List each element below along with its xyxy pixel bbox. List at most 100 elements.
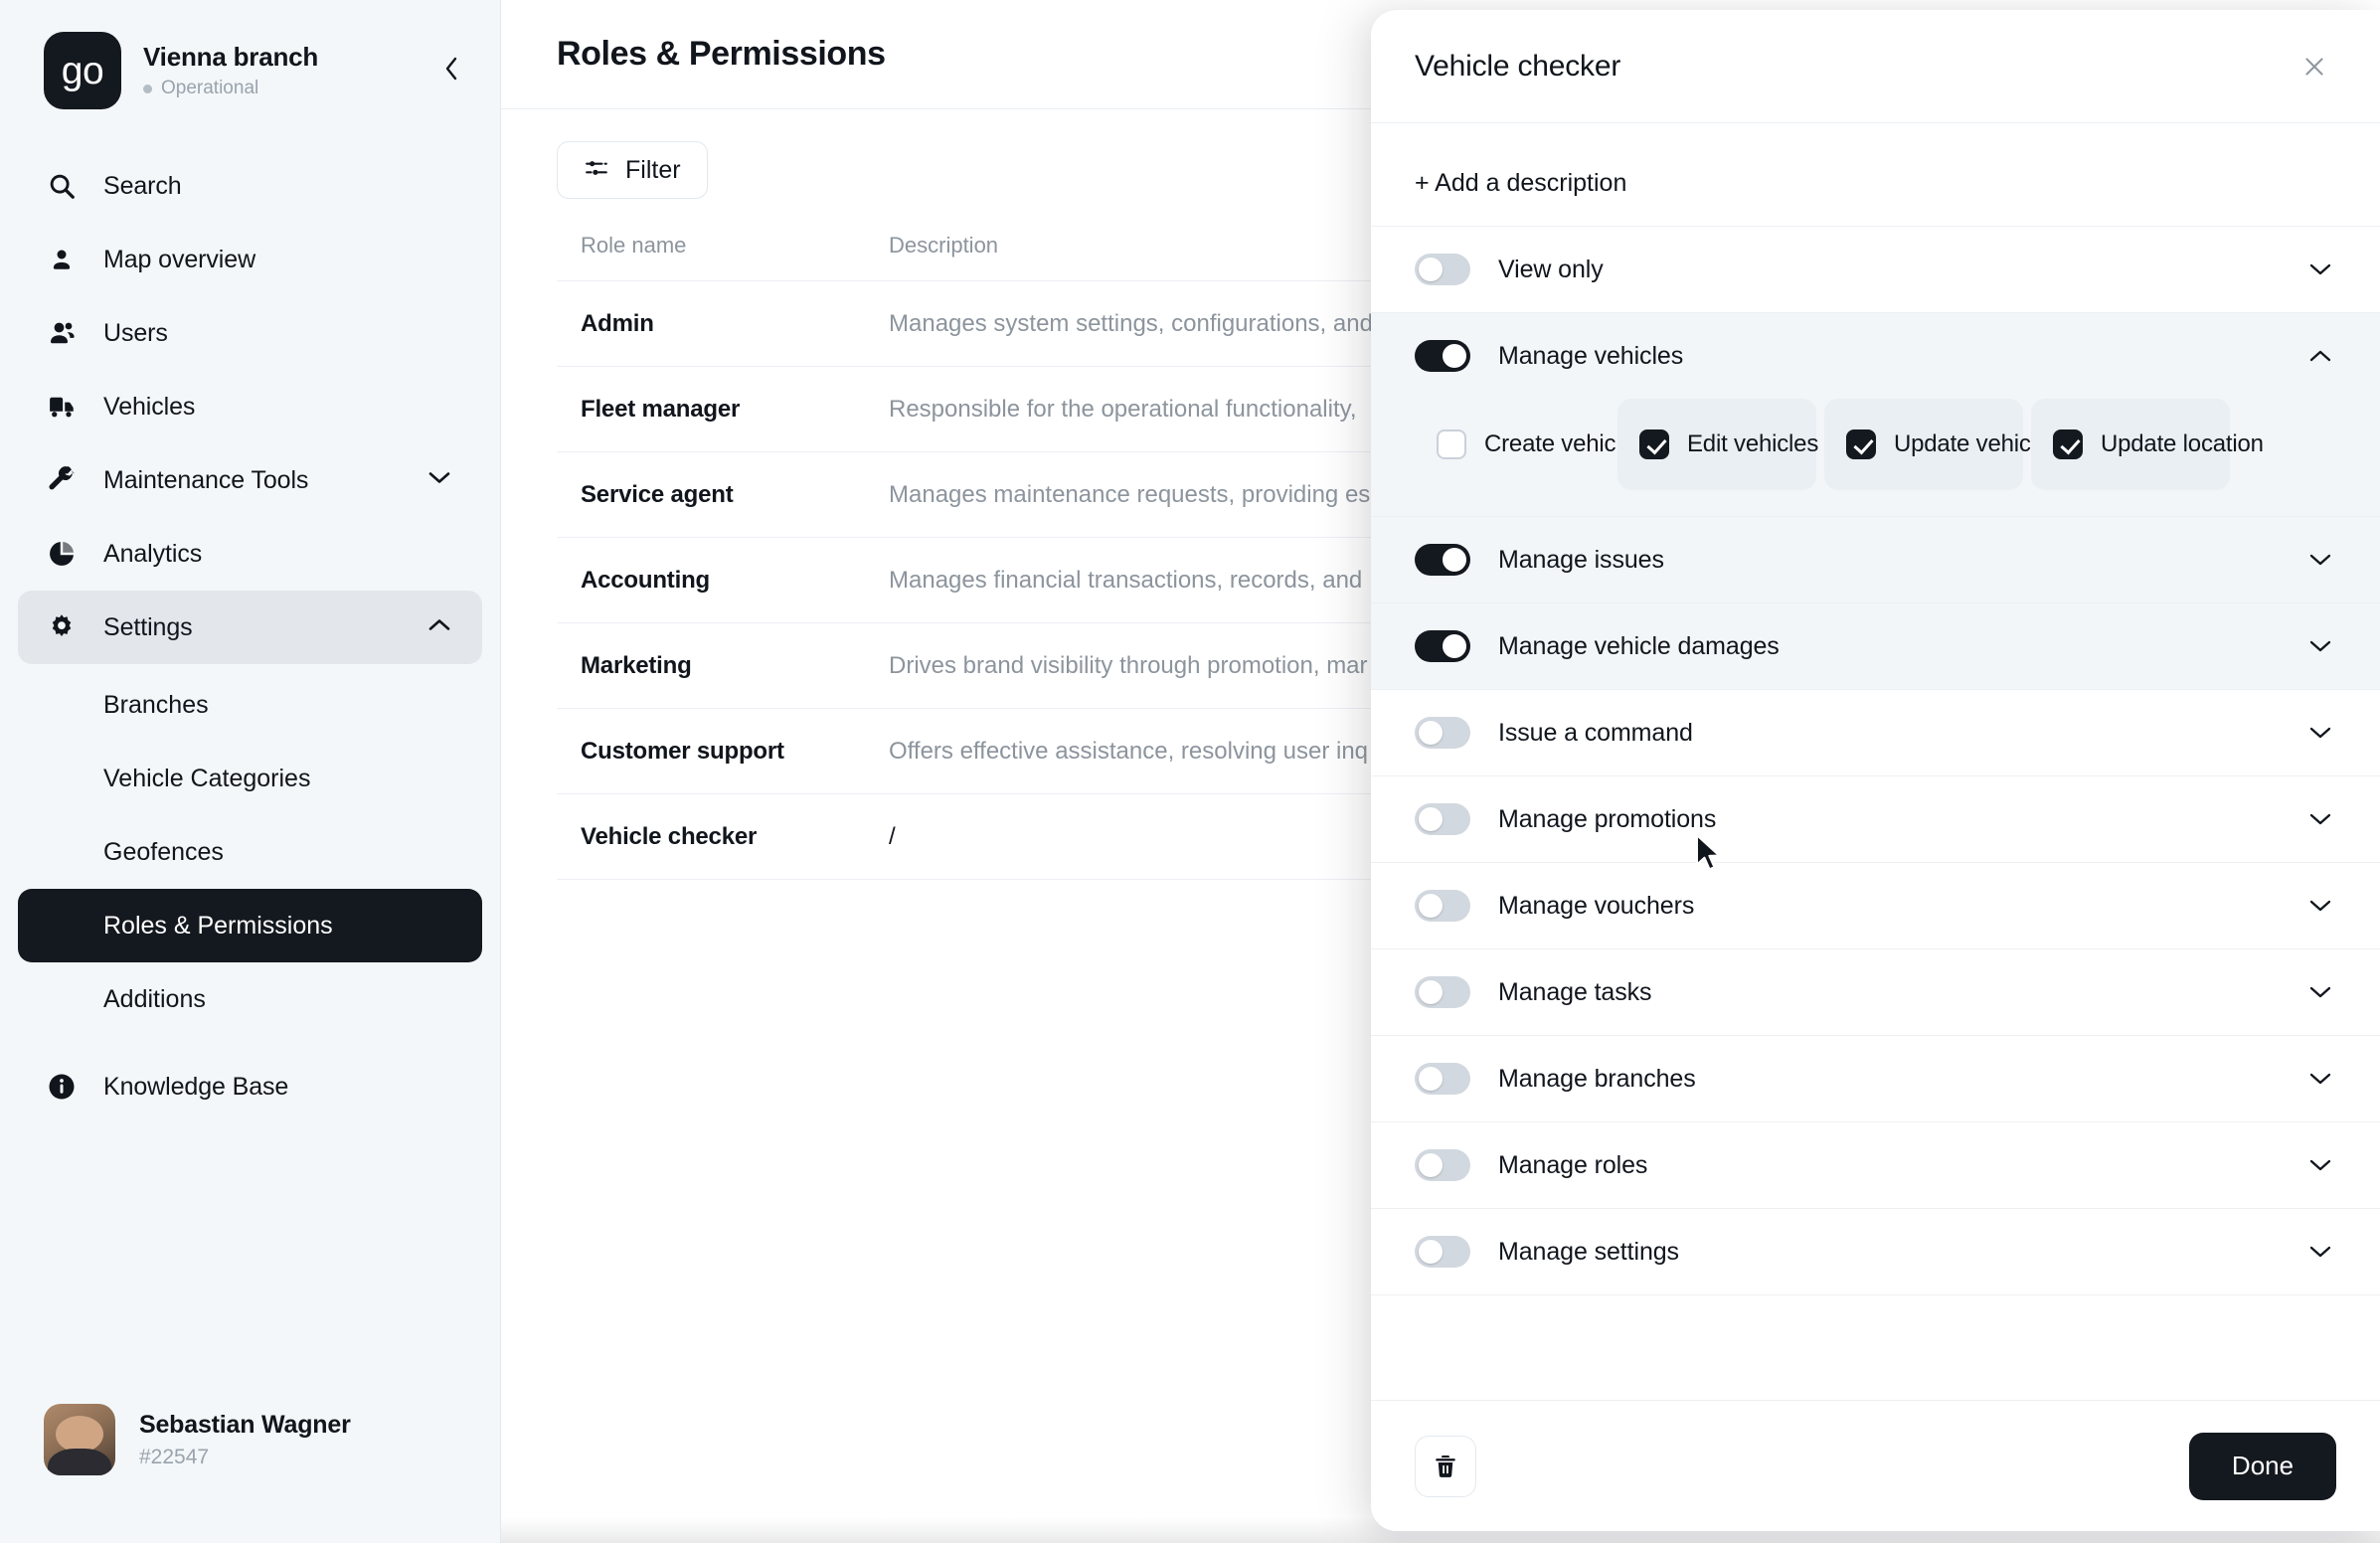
permission-group-manage-vouchers: Manage vouchers (1371, 863, 2380, 949)
permission-row[interactable]: Issue a command (1371, 690, 2380, 775)
permission-row[interactable]: Manage issues (1371, 517, 2380, 602)
chevron-down-icon[interactable] (2304, 890, 2336, 922)
close-button[interactable] (2293, 45, 2336, 88)
permission-group-manage-issues: Manage issues (1371, 517, 2380, 603)
panel-footer: Done (1371, 1400, 2380, 1531)
permission-row[interactable]: Manage branches (1371, 1036, 2380, 1121)
checkbox-icon[interactable] (1437, 429, 1466, 459)
permission-label: View only (1498, 255, 1604, 283)
checkbox-icon[interactable] (1639, 429, 1669, 459)
sidebar-item-additions[interactable]: Additions (18, 962, 482, 1036)
truck-icon (46, 391, 78, 423)
checkbox-icon[interactable] (2053, 429, 2083, 459)
logo-text: go (61, 49, 104, 92)
sidebar-item-users[interactable]: Users (18, 296, 482, 370)
branch-title: Vienna branch (143, 42, 319, 72)
sidebar-item-analytics[interactable]: Analytics (18, 517, 482, 591)
search-icon (46, 170, 78, 202)
chevron-down-icon[interactable] (2304, 1149, 2336, 1181)
permission-group-manage-vehicles: Manage vehicles Create vehicles Edit veh (1371, 313, 2380, 517)
sidebar-item-label: Users (103, 318, 168, 347)
permission-row[interactable]: Manage vehicle damages (1371, 603, 2380, 689)
sidebar-item-knowledge-base[interactable]: Knowledge Base (18, 1050, 482, 1123)
chevron-down-icon[interactable] (2304, 976, 2336, 1008)
permission-toggle[interactable] (1415, 1063, 1470, 1095)
chevron-up-icon[interactable] (2304, 340, 2336, 372)
checkbox-icon[interactable] (1846, 429, 1876, 459)
permission-row[interactable]: View only (1371, 227, 2380, 312)
chevron-down-icon (426, 470, 452, 491)
sub-permission-update-location[interactable]: Update location (2031, 399, 2264, 490)
page-title: Roles & Permissions (557, 35, 886, 73)
permission-toggle[interactable] (1415, 1149, 1470, 1181)
chevron-down-icon[interactable] (2304, 630, 2336, 662)
chevron-down-icon[interactable] (2304, 803, 2336, 835)
cell-role-name: Marketing (581, 651, 692, 679)
cell-role-name: Accounting (581, 566, 710, 594)
map-pin-icon (46, 244, 78, 275)
sidebar-item-vehicle-categories[interactable]: Vehicle Categories (18, 742, 482, 815)
filter-button[interactable]: Filter (557, 141, 708, 199)
sidebar-item-maintenance-tools[interactable]: Maintenance Tools (18, 443, 482, 517)
permission-toggle[interactable] (1415, 717, 1470, 749)
avatar (44, 1404, 115, 1475)
permission-toggle[interactable] (1415, 976, 1470, 1008)
permission-row[interactable]: Manage vouchers (1371, 863, 2380, 948)
permission-group-manage-tasks: Manage tasks (1371, 949, 2380, 1036)
permission-row[interactable]: Manage promotions (1371, 776, 2380, 862)
cell-role-name: Service agent (581, 480, 734, 508)
permission-toggle[interactable] (1415, 890, 1470, 922)
chevron-down-icon[interactable] (2304, 1063, 2336, 1095)
sidebar-item-branches[interactable]: Branches (18, 668, 482, 742)
permission-label: Manage settings (1498, 1237, 1679, 1266)
chevron-down-icon[interactable] (2304, 254, 2336, 285)
sidebar-item-map-overview[interactable]: Map overview (18, 223, 482, 296)
delete-button[interactable] (1415, 1435, 1476, 1497)
panel-body: + Add a description View only Manage veh… (1371, 123, 2380, 1400)
branch-status-label: Operational (161, 78, 259, 98)
app-logo: go (44, 32, 121, 109)
done-button[interactable]: Done (2189, 1432, 2336, 1500)
sub-permission-edit-vehicles[interactable]: Edit vehicles (1617, 399, 1818, 490)
sidebar-item-search[interactable]: Search (18, 149, 482, 223)
chevron-down-icon[interactable] (2304, 1236, 2336, 1268)
permission-group-manage-promotions: Manage promotions (1371, 776, 2380, 863)
sub-permission-update-vehicles[interactable]: Update vehicles (1824, 399, 2061, 490)
sidebar-item-label: Vehicles (103, 392, 196, 421)
permission-row[interactable]: Manage roles (1371, 1122, 2380, 1208)
permission-label: Manage vehicles (1498, 341, 1684, 370)
permission-row[interactable]: Manage tasks (1371, 949, 2380, 1035)
sidebar-item-label: Map overview (103, 245, 256, 273)
permission-toggle[interactable] (1415, 1236, 1470, 1268)
sidebar-item-geofences[interactable]: Geofences (18, 815, 482, 889)
permission-group-issue-a-command: Issue a command (1371, 690, 2380, 776)
user-profile[interactable]: Sebastian Wagner #22547 (0, 1404, 500, 1543)
permission-toggle[interactable] (1415, 630, 1470, 662)
sidebar-item-label: Search (103, 171, 182, 200)
app-root: go Vienna branch Operational Search Map … (0, 0, 2380, 1543)
permission-group-manage-roles: Manage roles (1371, 1122, 2380, 1209)
permission-toggle[interactable] (1415, 340, 1470, 372)
add-description-button[interactable]: + Add a description (1371, 123, 2380, 226)
permission-toggle[interactable] (1415, 803, 1470, 835)
sidebar-subitem-label: Vehicle Categories (103, 764, 311, 792)
sub-permission-create-vehicles[interactable]: Create vehicles (1415, 399, 1646, 490)
permission-toggle[interactable] (1415, 544, 1470, 576)
sidebar-item-vehicles[interactable]: Vehicles (18, 370, 482, 443)
chevron-down-icon[interactable] (2304, 544, 2336, 576)
permission-label: Manage vehicle damages (1498, 631, 1780, 660)
settings-subnav: Branches Vehicle Categories Geofences Ro… (0, 668, 500, 1036)
sidebar-item-roles-permissions[interactable]: Roles & Permissions (18, 889, 482, 962)
permission-row[interactable]: Manage settings (1371, 1209, 2380, 1294)
permission-toggle[interactable] (1415, 254, 1470, 285)
permission-row[interactable]: Manage vehicles (1371, 313, 2380, 399)
sidebar-item-label: Maintenance Tools (103, 465, 309, 494)
sidebar-collapse-button[interactable] (434, 52, 468, 86)
chevron-down-icon[interactable] (2304, 717, 2336, 749)
sidebar-item-settings[interactable]: Settings (18, 591, 482, 664)
role-detail-panel: Vehicle checker + Add a description View… (1371, 10, 2380, 1531)
gear-icon (46, 611, 78, 643)
profile-text: Sebastian Wagner #22547 (139, 1411, 351, 1469)
sidebar-subitem-label: Geofences (103, 837, 224, 866)
permission-group-manage-branches: Manage branches (1371, 1036, 2380, 1122)
